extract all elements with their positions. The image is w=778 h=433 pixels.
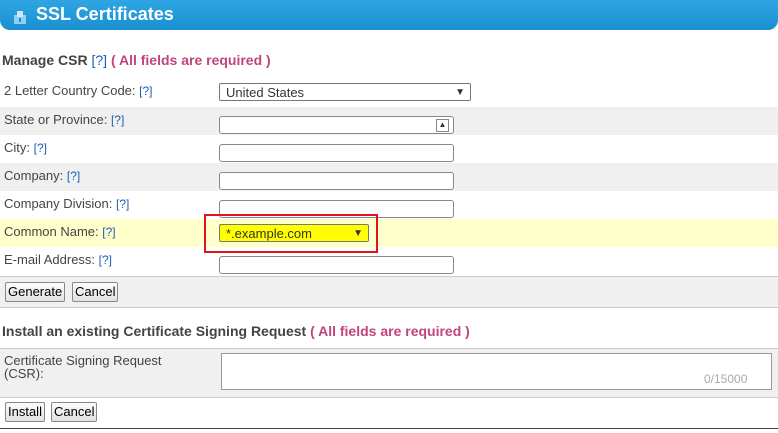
csr-textarea[interactable] — [221, 353, 772, 390]
page-title: SSL Certificates — [36, 4, 174, 24]
country-label: 2 Letter Country Code: [?] — [4, 83, 153, 98]
manage-required-note: ( All fields are required ) — [110, 52, 271, 68]
common-name-highlight-box — [204, 214, 378, 253]
country-help-link[interactable]: [?] — [139, 84, 152, 98]
csr-label: Certificate Signing Request (CSR): — [4, 353, 162, 381]
state-row: State or Province: [?] ▲ — [0, 107, 778, 135]
install-csr-title-text: Install an existing Certificate Signing … — [2, 323, 307, 339]
country-row: 2 Letter Country Code: [?] United States… — [0, 78, 778, 106]
email-input[interactable] — [219, 256, 454, 274]
manage-csr-title: Manage CSR [?] ( All fields are required… — [2, 52, 271, 68]
city-label: City: [?] — [4, 140, 47, 155]
autofill-icon[interactable]: ▲ — [436, 119, 449, 132]
common-name-row: Common Name: [?] *.example.com ▼ — [0, 219, 778, 247]
division-label: Company Division: [?] — [4, 196, 130, 211]
install-actions-row: Install Cancel — [0, 397, 778, 429]
country-select-value: United States — [226, 85, 305, 100]
email-label: E-mail Address: [?] — [4, 252, 113, 267]
install-cancel-button[interactable]: Cancel — [51, 402, 98, 422]
manage-csr-help-link[interactable]: [?] — [91, 52, 107, 68]
csr-char-counter: 0/15000 — [704, 372, 748, 386]
manage-actions-row: Generate Cancel — [0, 276, 778, 308]
install-button[interactable]: Install — [5, 402, 45, 422]
city-input[interactable] — [219, 144, 454, 162]
state-label: State or Province: [?] — [4, 112, 125, 127]
city-help-link[interactable]: [?] — [34, 141, 47, 155]
city-row: City: [?] — [0, 135, 778, 163]
email-help-link[interactable]: [?] — [99, 253, 112, 267]
install-required-note: ( All fields are required ) — [310, 323, 470, 339]
install-csr-title: Install an existing Certificate Signing … — [2, 323, 470, 339]
generate-button[interactable]: Generate — [5, 282, 66, 302]
state-input[interactable]: ▲ — [219, 116, 454, 134]
company-help-link[interactable]: [?] — [67, 169, 80, 183]
company-label: Company: [?] — [4, 168, 81, 183]
common-name-help-link[interactable]: [?] — [102, 225, 115, 239]
email-row: E-mail Address: [?] — [0, 247, 778, 275]
company-input[interactable] — [219, 172, 454, 190]
common-name-label: Common Name: [?] — [4, 224, 116, 239]
dropdown-arrow-icon: ▼ — [455, 87, 465, 98]
manage-cancel-button[interactable]: Cancel — [72, 282, 119, 302]
page-header: SSL Certificates — [0, 0, 778, 30]
state-help-link[interactable]: [?] — [111, 113, 124, 127]
country-select[interactable]: United States ▼ — [219, 83, 471, 101]
division-row: Company Division: [?] — [0, 191, 778, 219]
division-help-link[interactable]: [?] — [116, 197, 129, 211]
company-row: Company: [?] — [0, 163, 778, 191]
ssl-cert-icon — [14, 11, 26, 24]
manage-csr-title-text: Manage CSR — [2, 52, 88, 68]
